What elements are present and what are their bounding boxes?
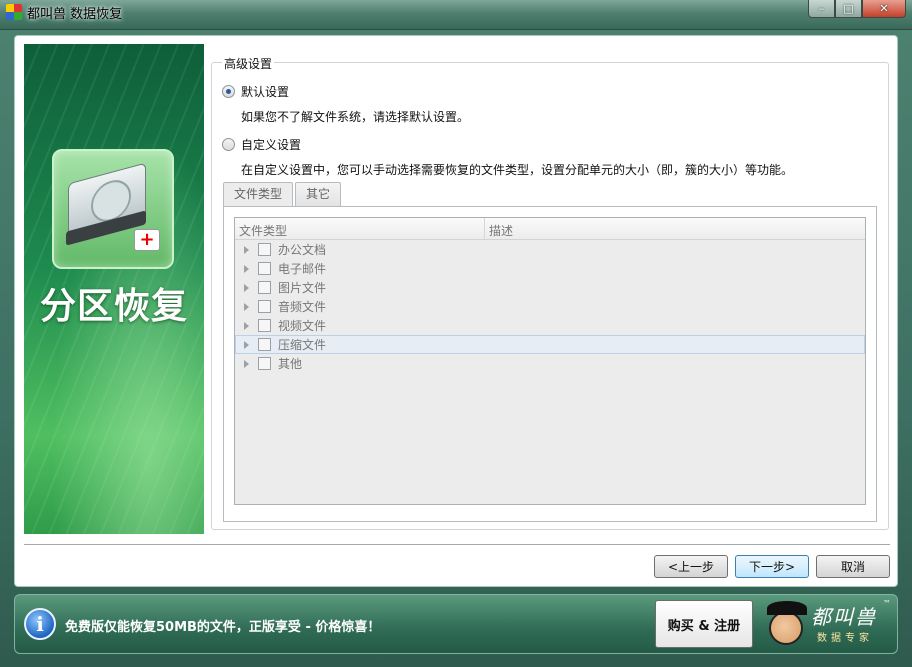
default-settings-label: 默认设置 <box>241 85 290 99</box>
prev-button[interactable]: <上一步 <box>654 555 728 578</box>
expand-arrow-icon[interactable] <box>244 302 249 311</box>
checkbox[interactable] <box>258 243 271 256</box>
column-header-file-type[interactable]: 文件类型 <box>235 218 485 239</box>
tree-row-label: 音频文件 <box>278 300 327 314</box>
custom-settings-description: 在自定义设置中，您可以手动选择需要恢复的文件类型，设置分配单元的大小（即，簇的大… <box>241 163 794 177</box>
tree-row-archives[interactable]: 压缩文件 <box>235 335 865 354</box>
hard-drive-icon: + <box>52 149 174 269</box>
logo-subtitle: 数据专家 <box>817 633 873 644</box>
free-version-notice: 免费版仅能恢复50MB的文件，正版享受 - 价格惊喜！ <box>65 620 381 635</box>
expand-arrow-icon[interactable] <box>244 340 249 349</box>
maximize-icon: □ <box>843 2 854 15</box>
title-bar: 都叫兽 数据恢复 – □ ✕ <box>0 0 912 30</box>
tree-row-label: 其他 <box>278 357 303 371</box>
app-icon <box>6 4 22 20</box>
close-icon: ✕ <box>879 2 889 15</box>
divider <box>24 544 890 546</box>
settings-tabs: 文件类型 其它 <box>223 182 343 207</box>
window-controls: – □ ✕ <box>808 0 906 18</box>
column-header-description[interactable]: 描述 <box>485 218 517 239</box>
custom-settings-radio[interactable] <box>222 138 235 151</box>
expand-arrow-icon[interactable] <box>244 283 249 292</box>
info-bar: i 免费版仅能恢复50MB的文件，正版享受 - 价格惊喜！ 购买 & 注册 都叫… <box>14 594 898 654</box>
banner-title: 分区恢复 <box>39 286 188 327</box>
minimize-button[interactable]: – <box>808 0 835 18</box>
file-types-tab-panel: 文件类型 描述 办公文档 电子邮件 图片文件 音频文件 视频文件 压缩文件 其他 <box>223 206 877 522</box>
expand-arrow-icon[interactable] <box>244 359 249 368</box>
tree-row-video[interactable]: 视频文件 <box>235 316 865 335</box>
expand-arrow-icon[interactable] <box>244 245 249 254</box>
next-button[interactable]: 下一步> <box>735 555 809 578</box>
maximize-button[interactable]: □ <box>835 0 862 18</box>
tree-header: 文件类型 描述 <box>235 218 865 240</box>
info-icon: i <box>24 608 56 640</box>
tree-row-audio[interactable]: 音频文件 <box>235 297 865 316</box>
close-button[interactable]: ✕ <box>862 0 906 18</box>
file-type-tree[interactable]: 文件类型 描述 办公文档 电子邮件 图片文件 音频文件 视频文件 压缩文件 其他 <box>234 217 866 505</box>
main-panel: + 分区恢复 高级设置 默认设置 如果您不了解文件系统，请选择默认设置。 自定义… <box>14 35 898 587</box>
custom-settings-option[interactable]: 自定义设置 <box>222 136 301 153</box>
tree-row-other[interactable]: 其他 <box>235 354 865 373</box>
advanced-settings-legend: 高级设置 <box>222 55 275 72</box>
expand-arrow-icon[interactable] <box>244 264 249 273</box>
side-banner: + 分区恢复 <box>24 44 204 534</box>
tab-file-types[interactable]: 文件类型 <box>223 182 294 207</box>
default-settings-option[interactable]: 默认设置 <box>222 83 289 100</box>
tree-row-label: 办公文档 <box>278 243 327 257</box>
first-aid-icon: + <box>134 229 160 251</box>
checkbox[interactable] <box>258 300 271 313</box>
mascot-icon <box>767 601 807 645</box>
checkbox[interactable] <box>258 262 271 275</box>
checkbox[interactable] <box>258 357 271 370</box>
buy-register-button[interactable]: 购买 & 注册 <box>655 600 753 648</box>
tree-row-label: 压缩文件 <box>278 338 327 352</box>
tab-other[interactable]: 其它 <box>295 182 342 206</box>
custom-settings-label: 自定义设置 <box>241 138 302 152</box>
tree-row-label: 图片文件 <box>278 281 327 295</box>
checkbox[interactable] <box>258 338 271 351</box>
window-title: 都叫兽 数据恢复 <box>27 7 123 22</box>
tree-row-email[interactable]: 电子邮件 <box>235 259 865 278</box>
minimize-icon: – <box>818 2 825 15</box>
checkbox[interactable] <box>258 281 271 294</box>
tree-row-label: 电子邮件 <box>278 262 327 276</box>
brand-logo: 都叫兽 数据专家 ™ <box>767 599 893 651</box>
trademark-mark: ™ <box>883 599 891 608</box>
default-settings-radio[interactable] <box>222 85 235 98</box>
expand-arrow-icon[interactable] <box>244 321 249 330</box>
logo-text: 都叫兽 <box>811 605 877 629</box>
checkbox[interactable] <box>258 319 271 332</box>
tree-row-label: 视频文件 <box>278 319 327 333</box>
cancel-button[interactable]: 取消 <box>816 555 890 578</box>
tree-row-office-docs[interactable]: 办公文档 <box>235 240 865 259</box>
tree-row-images[interactable]: 图片文件 <box>235 278 865 297</box>
default-settings-description: 如果您不了解文件系统，请选择默认设置。 <box>241 110 470 124</box>
